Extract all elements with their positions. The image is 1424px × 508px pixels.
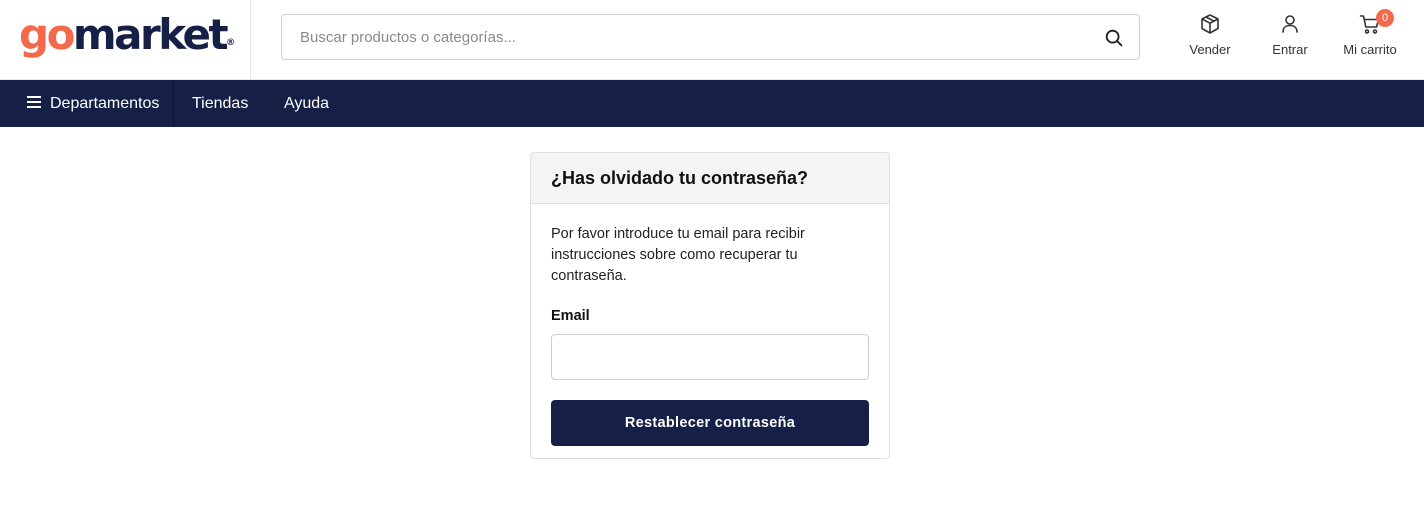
sell-label: Vender: [1189, 42, 1231, 57]
nav-departments[interactable]: Departamentos: [0, 80, 174, 127]
reset-password-button[interactable]: Restablecer contraseña: [551, 400, 869, 446]
sell-button[interactable]: Vender: [1170, 12, 1250, 62]
main-nav: Departamentos Tiendas Ayuda: [0, 80, 1424, 127]
card-header: ¿Has olvidado tu contraseña?: [531, 153, 889, 204]
login-label: Entrar: [1272, 42, 1308, 57]
logo-text-go: go: [19, 10, 75, 59]
email-field[interactable]: [551, 334, 869, 380]
cart-label: Mi carrito: [1343, 42, 1397, 57]
logo-registered-mark: ®: [226, 38, 236, 48]
email-label: Email: [551, 308, 590, 324]
nav-departments-label: Departamentos: [50, 95, 160, 112]
cart-button[interactable]: 0 Mi carrito: [1330, 9, 1410, 62]
top-header: gomarket® Vender Entrar 0 Mi carri: [0, 0, 1424, 80]
brand-logo[interactable]: gomarket®: [19, 7, 235, 63]
card-body: Por favor introduce tu email para recibi…: [531, 204, 889, 458]
logo-text-market: market: [72, 10, 229, 59]
cart-count-badge: 0: [1376, 9, 1394, 27]
nav-help-label: Ayuda: [284, 95, 330, 112]
nav-stores[interactable]: Tiendas: [192, 80, 248, 127]
user-icon: [1282, 15, 1298, 33]
search-icon[interactable]: [1103, 27, 1125, 49]
logo-container: gomarket®: [0, 0, 251, 80]
form-description: Por favor introduce tu email para recibi…: [551, 226, 805, 284]
login-button[interactable]: Entrar: [1250, 12, 1330, 62]
search-bar: [281, 14, 1140, 60]
nav-help[interactable]: Ayuda: [284, 80, 329, 127]
search-input[interactable]: [282, 15, 1082, 59]
box-icon: [1201, 14, 1219, 34]
nav-stores-label: Tiendas: [192, 95, 249, 112]
menu-icon: [27, 95, 41, 108]
forgot-password-card: ¿Has olvidado tu contraseña? Por favor i…: [530, 152, 890, 459]
page-title: ¿Has olvidado tu contraseña?: [551, 168, 809, 188]
